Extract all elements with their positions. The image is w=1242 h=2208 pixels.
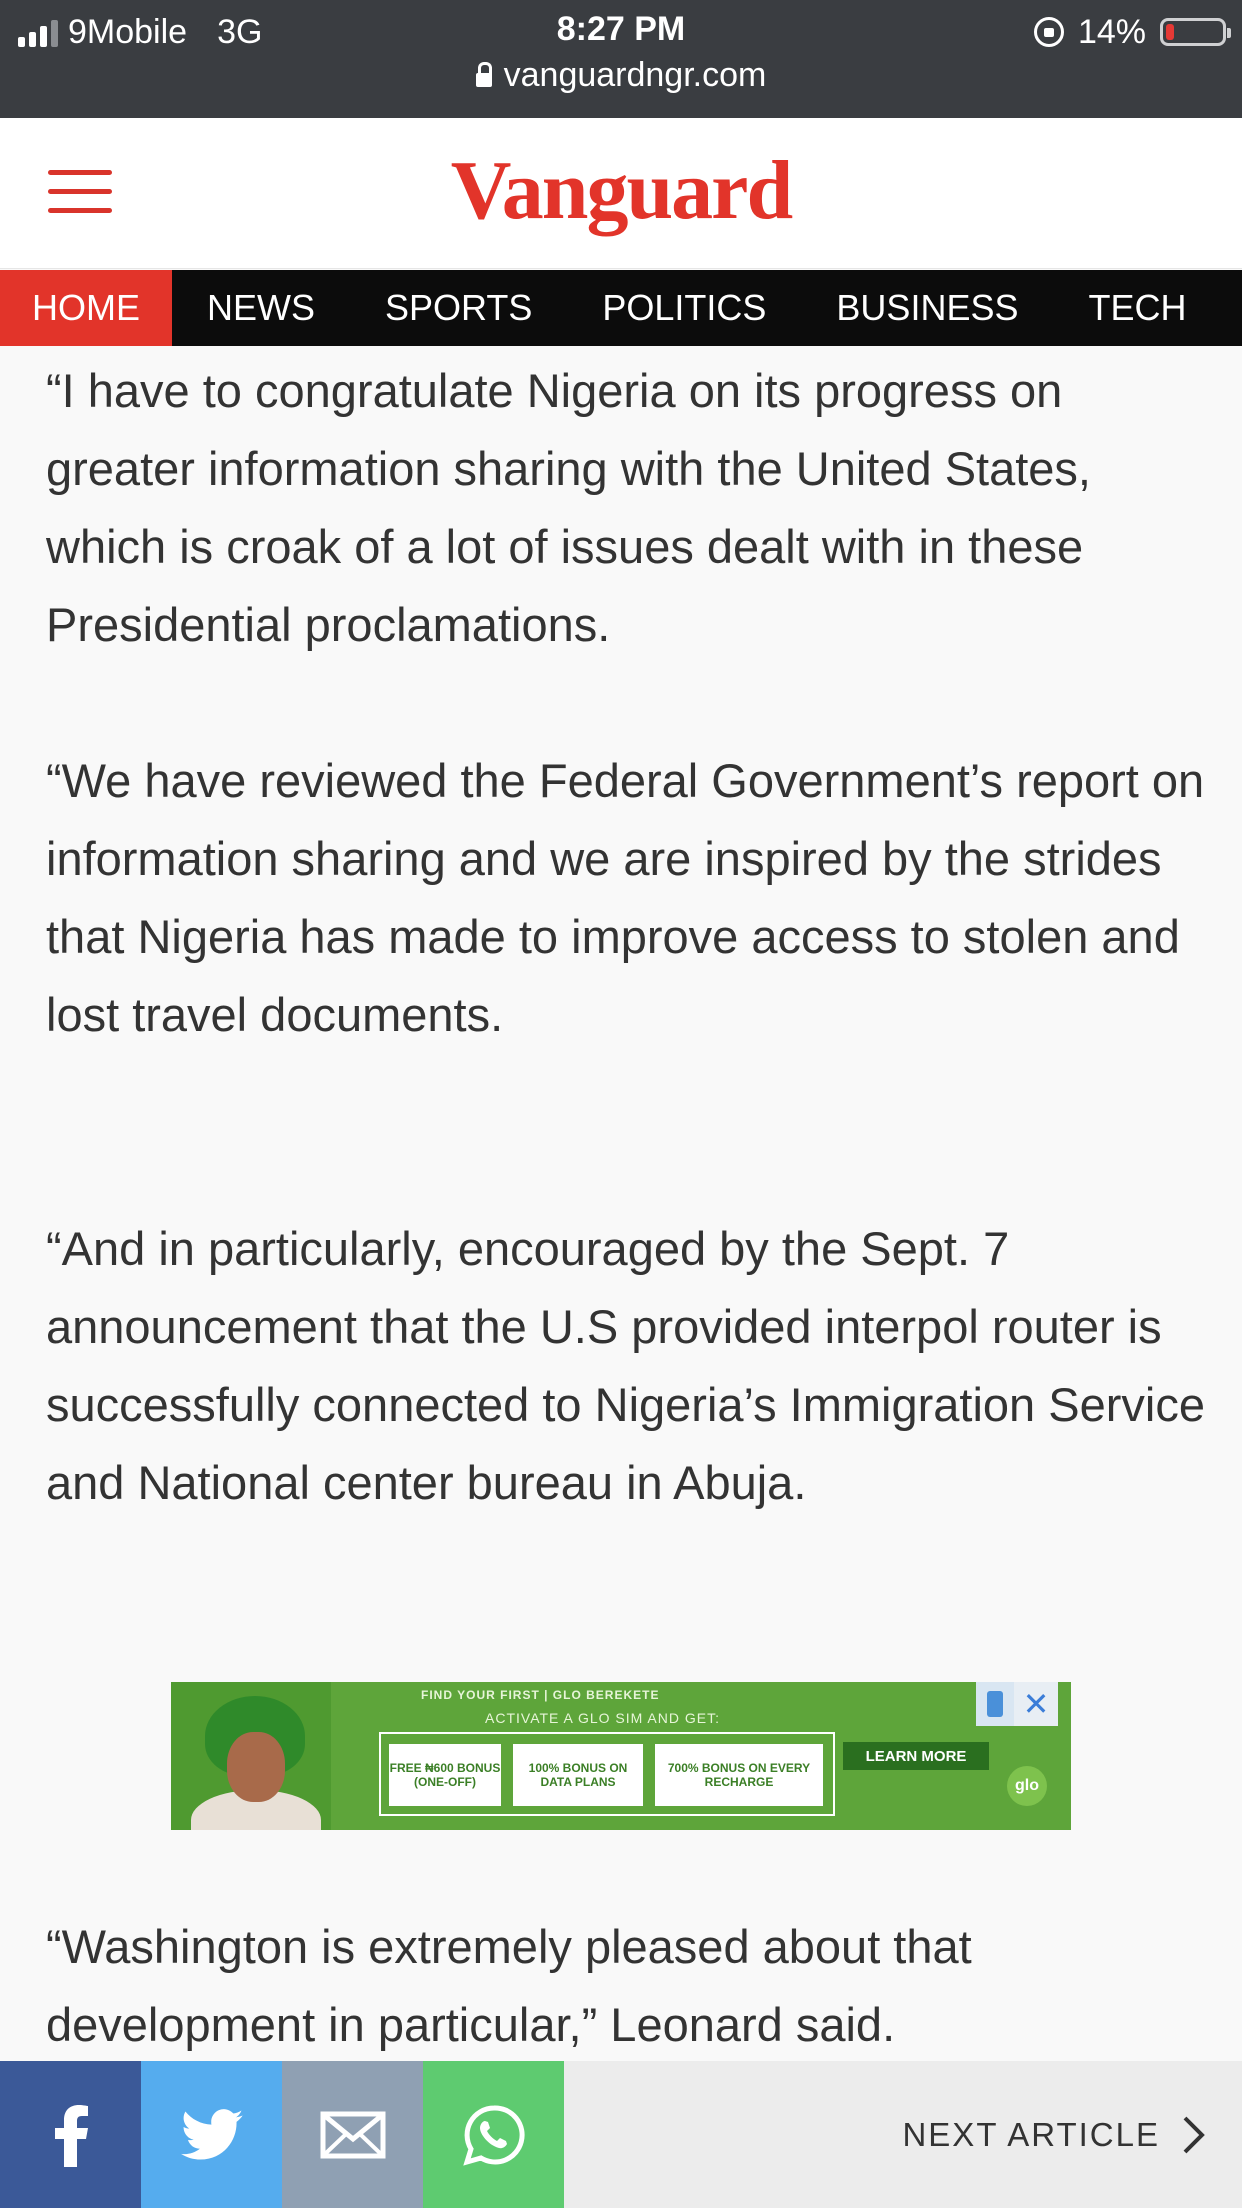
address-bar[interactable]: vanguardngr.com (0, 56, 1242, 95)
nav-item-business[interactable]: BUSINESS (801, 270, 1053, 346)
nav-item-home[interactable]: HOME (0, 270, 172, 346)
site-logo[interactable]: Vanguard (0, 142, 1242, 239)
email-share-button[interactable] (282, 2061, 423, 2208)
battery-icon (1160, 18, 1231, 46)
whatsapp-icon (462, 2104, 525, 2166)
next-article-button[interactable]: NEXT ARTICLE (902, 2061, 1206, 2208)
nav-item-sports[interactable]: SPORTS (350, 270, 567, 346)
article-paragraph: “I have to congratulate Nigeria on its p… (46, 364, 1091, 651)
ad-learn-more-button[interactable]: LEARN MORE (843, 1742, 989, 1770)
next-article-label: NEXT ARTICLE (902, 2115, 1160, 2153)
ad-sub-line: ACTIVATE A GLO SIM AND GET: (485, 1710, 720, 1726)
ad-top-line: FIND YOUR FIRST | GLO BEREKETE (421, 1688, 660, 1702)
article-paragraph: “Washington is extremely pleased about t… (46, 1920, 972, 2051)
url-text: vanguardngr.com (503, 56, 767, 94)
facebook-icon (54, 2104, 88, 2167)
status-right: 14% (1033, 10, 1231, 54)
twitter-icon (180, 2108, 243, 2160)
rotation-lock-icon (1033, 17, 1064, 47)
site-header: Vanguard (0, 118, 1242, 269)
article-paragraph: “We have reviewed the Federal Government… (46, 754, 1205, 1041)
glo-logo: glo (1007, 1766, 1047, 1806)
ad-info-icon[interactable] (976, 1682, 1014, 1726)
facebook-share-button[interactable] (0, 2061, 141, 2208)
padlock-icon (475, 61, 492, 87)
ad-offers: FREE ₦600 BONUS (ONE-OFF) 100% BONUS ON … (379, 1732, 835, 1816)
ad-offer: 700% BONUS ON EVERY RECHARGE (655, 1744, 823, 1806)
ad-model-image (171, 1682, 331, 1830)
status-bar: 9Mobile 3G 8:27 PM 14% vanguardngr.com (0, 0, 1242, 118)
chevron-right-icon (1183, 2116, 1205, 2153)
nav-item-news[interactable]: NEWS (172, 270, 350, 346)
section-nav: HOME NEWS SPORTS POLITICS BUSINESS TECH (0, 270, 1242, 346)
battery-percent: 14% (1077, 12, 1146, 51)
ad-close-icon[interactable]: ✕ (1014, 1682, 1058, 1726)
nav-item-tech[interactable]: TECH (1053, 270, 1221, 346)
ad-offer: 100% BONUS ON DATA PLANS (513, 1744, 643, 1806)
ad-banner[interactable]: FIND YOUR FIRST | GLO BEREKETE ACTIVATE … (171, 1682, 1071, 1830)
nav-item-politics[interactable]: POLITICS (567, 270, 801, 346)
article-paragraph: “And in particularly, encouraged by the … (46, 1222, 1205, 1509)
email-icon (320, 2111, 385, 2158)
twitter-share-button[interactable] (141, 2061, 282, 2208)
share-bar: NEXT ARTICLE (0, 2061, 1242, 2208)
battery-fill (1166, 24, 1174, 40)
ad-offer: FREE ₦600 BONUS (ONE-OFF) (389, 1744, 501, 1806)
whatsapp-share-button[interactable] (423, 2061, 564, 2208)
